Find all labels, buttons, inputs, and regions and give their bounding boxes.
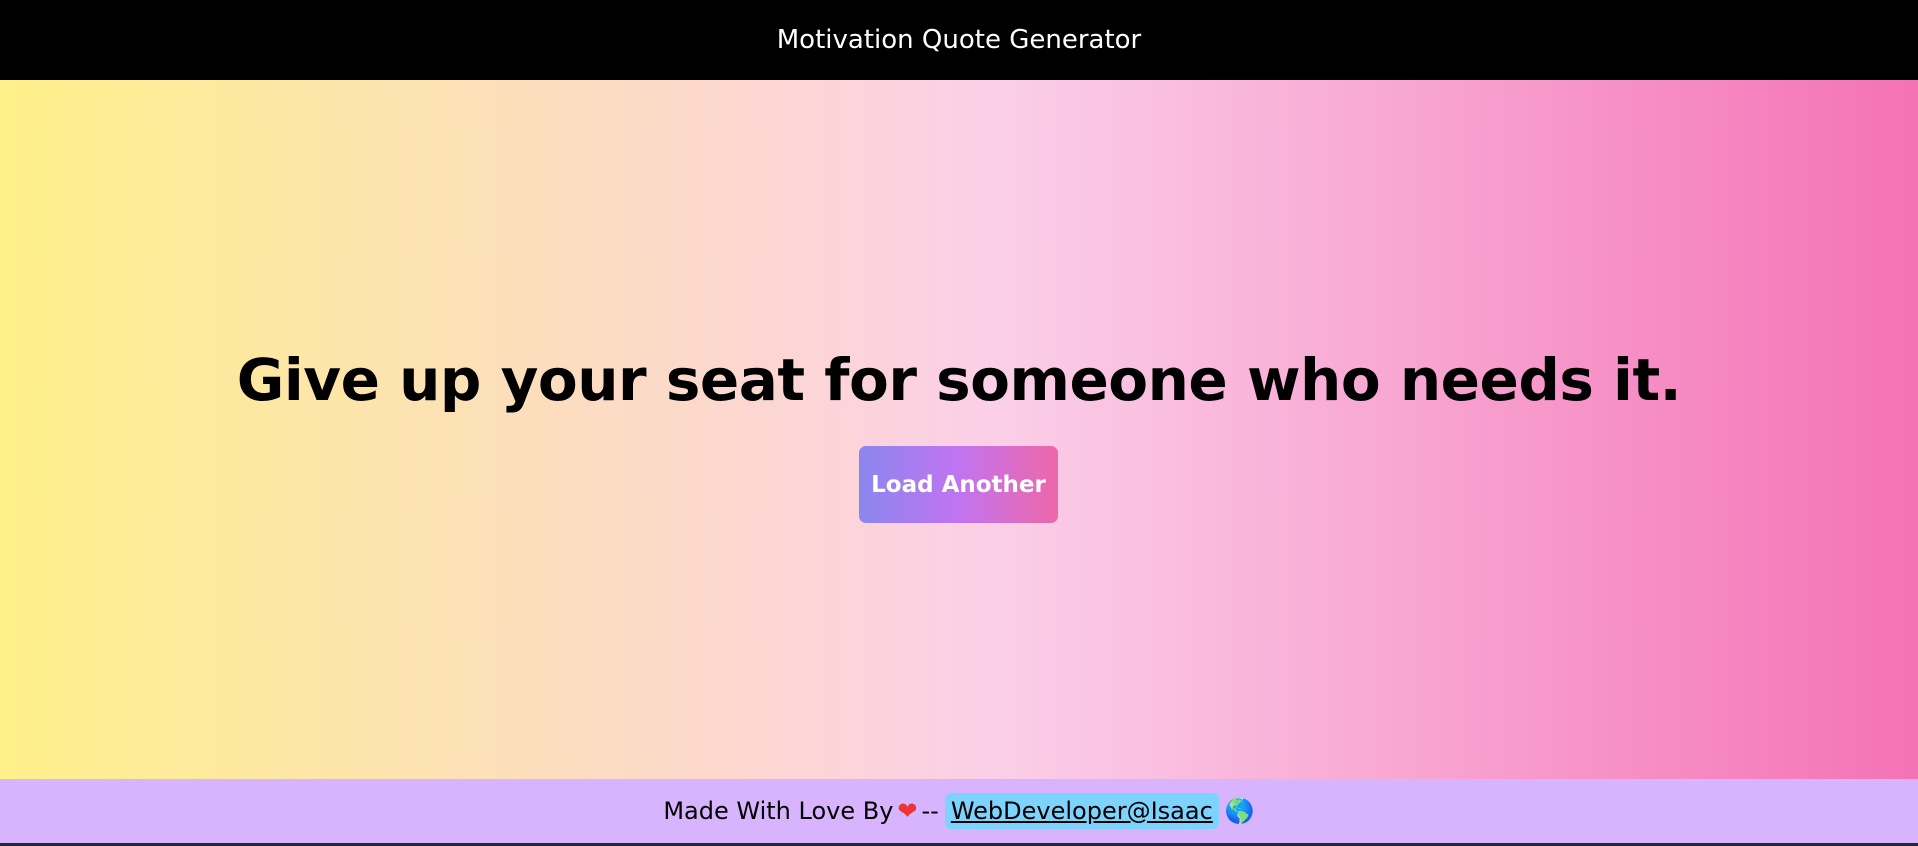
author-link[interactable]: WebDeveloper@Isaac — [944, 793, 1219, 829]
footer-separator: -- — [921, 797, 939, 825]
app-title: Motivation Quote Generator — [776, 25, 1142, 55]
load-another-button[interactable]: Load Another — [859, 446, 1058, 523]
app-header: Motivation Quote Generator — [0, 0, 1918, 80]
heart-icon: ❤ — [897, 797, 918, 825]
globe-icon: 🌎 — [1224, 797, 1255, 825]
footer: Made With Love By ❤ -- WebDeveloper@Isaa… — [0, 779, 1918, 843]
quote-text: Give up your seat for someone who needs … — [236, 346, 1682, 414]
footer-text: Made With Love By — [663, 797, 894, 825]
quote-area: Give up your seat for someone who needs … — [0, 80, 1918, 779]
